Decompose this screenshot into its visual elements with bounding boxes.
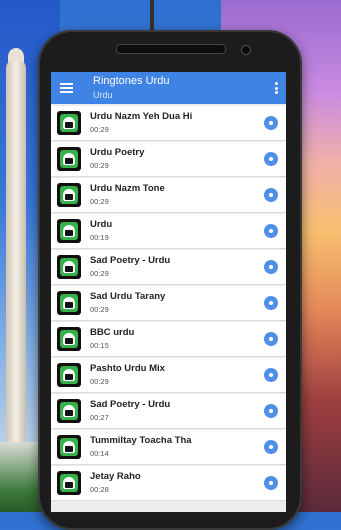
ringtone-duration: 00:29 — [90, 269, 109, 278]
ringtone-title: Sad Poetry - Urdu — [90, 399, 171, 410]
green-phone-icon — [57, 183, 81, 207]
ringtone-title: Sad Poetry - Urdu — [90, 255, 171, 266]
ringtone-title: Urdu Poetry — [90, 147, 145, 158]
play-circle-icon[interactable] — [264, 368, 278, 382]
ringtone-title: Urdu Nazm Yeh Dua Hi — [90, 111, 193, 122]
ringtone-title: Tummiltay Toacha Tha — [90, 435, 192, 446]
green-phone-icon — [57, 219, 81, 243]
play-circle-icon[interactable] — [264, 404, 278, 418]
ringtone-row[interactable]: Jetay Raho 00:28 — [51, 466, 286, 501]
ringtone-duration: 00:27 — [90, 413, 109, 422]
play-circle-icon[interactable] — [264, 224, 278, 238]
ringtone-row[interactable]: Sad Urdu Tarany 00:29 — [51, 286, 286, 321]
app-screen: Ringtones Urdu Urdu Urdu Nazm Yeh Dua Hi… — [51, 72, 286, 512]
play-circle-icon[interactable] — [264, 332, 278, 346]
play-circle-icon[interactable] — [264, 440, 278, 454]
app-bar: Ringtones Urdu Urdu — [51, 72, 286, 104]
play-circle-icon[interactable] — [264, 296, 278, 310]
play-circle-icon[interactable] — [264, 260, 278, 274]
ringtone-row[interactable]: Urdu 00:19 — [51, 214, 286, 249]
ringtone-duration: 00:14 — [90, 449, 109, 458]
play-circle-icon[interactable] — [264, 476, 278, 490]
ringtone-title: BBC urdu — [90, 327, 135, 338]
green-phone-icon — [57, 111, 81, 135]
ringtone-title: Pashto Urdu Mix — [90, 363, 165, 374]
ringtone-duration: 00:15 — [90, 341, 109, 350]
phone-speaker — [116, 44, 226, 54]
phone-camera — [241, 45, 251, 55]
ringtone-row[interactable]: Pashto Urdu Mix 00:29 — [51, 358, 286, 393]
more-vert-icon[interactable] — [275, 82, 278, 94]
ringtone-row[interactable]: Urdu Nazm Tone 00:29 — [51, 178, 286, 213]
app-subtitle: Urdu — [93, 90, 113, 100]
ringtone-list: Urdu Nazm Yeh Dua Hi 00:29 Urdu Poetry 0… — [51, 106, 286, 502]
ringtone-title: Urdu Nazm Tone — [90, 183, 165, 194]
ringtone-row[interactable]: Tummiltay Toacha Tha 00:14 — [51, 430, 286, 465]
green-phone-icon — [57, 147, 81, 171]
ringtone-title: Urdu — [90, 219, 113, 230]
minaret — [6, 60, 26, 490]
ringtone-duration: 00:29 — [90, 161, 109, 170]
green-phone-icon — [57, 255, 81, 279]
ringtone-row[interactable]: Sad Poetry - Urdu 00:29 — [51, 250, 286, 285]
play-circle-icon[interactable] — [264, 152, 278, 166]
play-circle-icon[interactable] — [264, 188, 278, 202]
ringtone-row[interactable]: Urdu Nazm Yeh Dua Hi 00:29 — [51, 106, 286, 141]
green-phone-icon — [57, 291, 81, 315]
ringtone-row[interactable]: BBC urdu 00:15 — [51, 322, 286, 357]
green-phone-icon — [57, 327, 81, 351]
ringtone-duration: 00:19 — [90, 233, 109, 242]
ringtone-title: Jetay Raho — [90, 471, 141, 482]
green-phone-icon — [57, 435, 81, 459]
ringtone-duration: 00:29 — [90, 305, 109, 314]
hamburger-menu-icon[interactable] — [60, 83, 73, 93]
tower-spire — [150, 0, 154, 30]
ringtone-row[interactable]: Sad Poetry - Urdu 00:27 — [51, 394, 286, 429]
ringtone-duration: 00:29 — [90, 197, 109, 206]
play-circle-icon[interactable] — [264, 116, 278, 130]
green-phone-icon — [57, 471, 81, 495]
ringtone-row[interactable]: Urdu Poetry 00:29 — [51, 142, 286, 177]
ringtone-title: Sad Urdu Tarany — [90, 291, 166, 302]
ringtone-duration: 00:29 — [90, 125, 109, 134]
ringtone-duration: 00:29 — [90, 377, 109, 386]
green-phone-icon — [57, 363, 81, 387]
ringtone-duration: 00:28 — [90, 485, 109, 494]
green-phone-icon — [57, 399, 81, 423]
app-title: Ringtones Urdu — [93, 75, 170, 87]
